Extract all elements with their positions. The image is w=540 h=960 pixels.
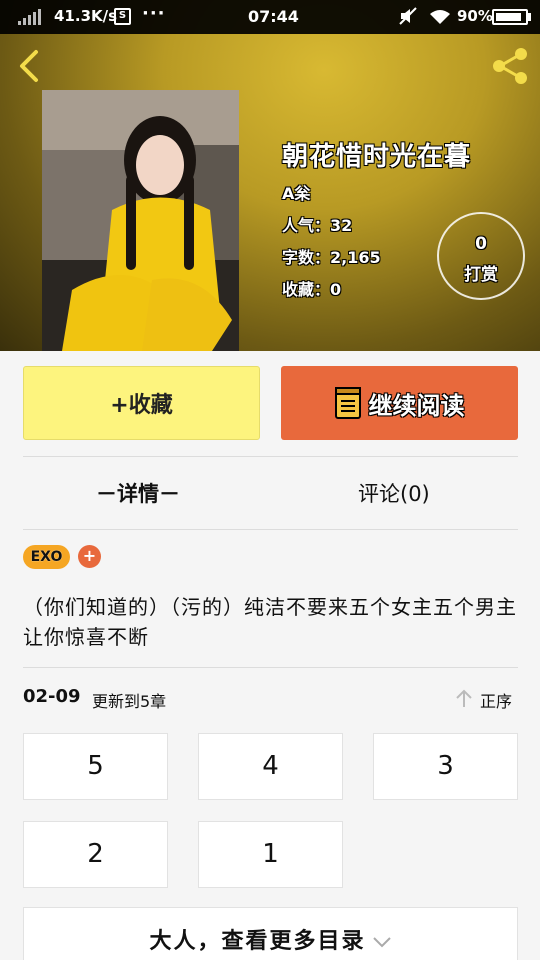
back-button[interactable] [14,46,44,86]
book-author[interactable]: A枀 [282,180,310,204]
share-button[interactable] [490,46,530,86]
book-icon [334,387,361,419]
chapter-item[interactable]: 4 [198,733,343,800]
tip-button[interactable]: 0 打赏 [437,212,525,300]
sort-arrow-icon[interactable] [455,688,473,712]
divider [23,667,518,668]
back-arrow-icon [20,50,38,82]
update-status: 更新到5章 [92,692,167,711]
collect-button[interactable]: +收藏 [23,366,260,440]
book-popularity: 人气：32 [282,216,353,235]
book-description: （你们知道的）（污的）纯洁不要来五个女主五个男主让你惊喜不断 [23,595,517,649]
network-speed: 41.3K/s [54,7,118,25]
view-more-label: 大人，查看更多目录 [149,929,366,954]
battery-level [496,13,521,21]
chapter-item[interactable]: 5 [23,733,168,800]
chapter-item[interactable]: 3 [373,733,518,800]
chevron-down-icon [372,908,392,960]
status-bar: 41.3K/s S ··· 07:44 90% [0,0,540,34]
battery-icon [492,9,528,25]
tab-comment[interactable]: 评论(0) [358,478,430,508]
book-cover-image [42,90,239,351]
book-header: 朝花惜时光在暮 A枀 人气：32 字数：2,165 收藏：0 0 打赏 [0,0,540,351]
battery-percent: 90% [457,7,493,25]
update-date: 02-09 [23,686,81,707]
divider [23,529,518,530]
tab-detail[interactable]: －详情－ [96,478,180,508]
continue-reading-button[interactable]: 继续阅读 [281,366,518,440]
tag-exo[interactable]: EXO [23,545,70,569]
wifi-icon [428,8,452,30]
chapter-item[interactable]: 1 [198,821,343,888]
tip-label: 打赏 [464,265,498,285]
book-favorites: 收藏：0 [282,280,342,299]
signal-icon [18,9,41,25]
continue-reading-label: 继续阅读 [368,391,465,420]
battery-cap [528,13,531,21]
screenshot-icon: S [114,8,131,25]
book-word-count: 字数：2,165 [282,248,381,267]
sort-order-toggle[interactable]: 正序 [480,688,512,712]
book-title: 朝花惜时光在暮 [282,142,472,172]
clock: 07:44 [248,7,299,26]
share-icon [493,48,527,84]
add-tag-button[interactable]: + [78,545,101,568]
tip-count: 0 [475,234,487,254]
chapter-item[interactable]: 2 [23,821,168,888]
more-notifications-icon: ··· [142,3,166,24]
divider [23,456,518,457]
cover-illustration [42,90,239,351]
view-more-chapters-button[interactable]: 大人，查看更多目录 [23,907,518,960]
mute-icon [398,6,418,30]
